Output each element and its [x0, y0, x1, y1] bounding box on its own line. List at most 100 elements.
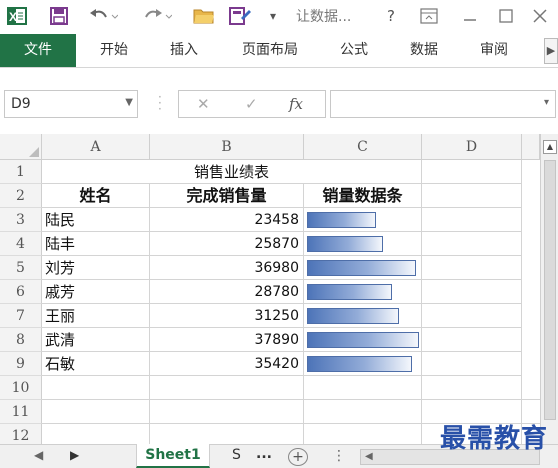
table-title[interactable]: 销售业绩表 — [42, 160, 422, 184]
row-header-2[interactable]: 2 — [0, 184, 42, 208]
formula-input[interactable]: ▾ — [330, 90, 556, 118]
formula-buttons: ✕ ✓ fx — [178, 90, 326, 118]
cell-databar[interactable] — [304, 256, 422, 280]
tab-formulas[interactable]: 公式 — [330, 34, 378, 67]
row-header-9[interactable]: 9 — [0, 352, 42, 376]
cell-name[interactable]: 王丽 — [42, 304, 150, 328]
data-bar — [307, 332, 419, 348]
row-header-12[interactable]: 12 — [0, 424, 42, 444]
form-icon[interactable] — [228, 5, 252, 27]
data-bar — [307, 284, 392, 300]
add-sheet-icon[interactable]: + — [288, 448, 308, 466]
cell-d6[interactable] — [422, 280, 522, 304]
scrollbar-thumb[interactable] — [544, 160, 556, 420]
open-folder-icon[interactable] — [192, 5, 216, 27]
column-header-b[interactable]: B — [150, 134, 304, 160]
cell-databar[interactable] — [304, 304, 422, 328]
cell-d3[interactable] — [422, 208, 522, 232]
more-sheets-icon[interactable]: ... — [256, 446, 272, 462]
ribbon-scroll-right-icon[interactable]: ▶ — [544, 38, 558, 64]
enter-icon[interactable]: ✓ — [245, 95, 258, 113]
cell-name[interactable]: 刘芳 — [42, 256, 150, 280]
cell-databar[interactable] — [304, 232, 422, 256]
tab-home[interactable]: 开始 — [90, 34, 138, 67]
cell-d1[interactable] — [422, 160, 522, 184]
scroll-left-icon[interactable]: ◀ — [365, 451, 373, 462]
sheet-tab-sheet1[interactable]: Sheet1 — [136, 444, 210, 468]
redo-icon[interactable] — [140, 5, 174, 27]
tab-page-layout[interactable]: 页面布局 — [230, 34, 310, 67]
cell-name[interactable]: 戚芳 — [42, 280, 150, 304]
cell-d4[interactable] — [422, 232, 522, 256]
customize-qat-icon[interactable]: ▾ — [266, 5, 280, 27]
cell-databar[interactable] — [304, 280, 422, 304]
cell-d2[interactable] — [422, 184, 522, 208]
row-header-10[interactable]: 10 — [0, 376, 42, 400]
help-icon[interactable]: ? — [384, 5, 398, 27]
cancel-icon[interactable]: ✕ — [197, 95, 210, 113]
row-header-4[interactable]: 4 — [0, 232, 42, 256]
spreadsheet-grid: A B C D 1 2 3 4 5 6 7 8 9 10 11 12 销售业绩表… — [0, 134, 558, 444]
cell-d9[interactable] — [422, 352, 522, 376]
cell-name[interactable]: 陆民 — [42, 208, 150, 232]
select-all-corner[interactable] — [0, 134, 42, 160]
prev-sheet-icon[interactable]: ◀ — [34, 448, 43, 462]
cell-sales[interactable]: 28780 — [150, 280, 304, 304]
excel-logo-icon: X — [6, 5, 28, 27]
row-header-3[interactable]: 3 — [0, 208, 42, 232]
cell-databar[interactable] — [304, 208, 422, 232]
row-header-5[interactable]: 5 — [0, 256, 42, 280]
column-header-d[interactable]: D — [422, 134, 522, 160]
data-bar — [307, 236, 383, 252]
expand-formula-icon[interactable]: ▾ — [544, 97, 549, 108]
split-handle-icon[interactable]: · · · — [158, 91, 162, 115]
undo-icon[interactable] — [86, 5, 120, 27]
vertical-scrollbar[interactable]: ▲ — [540, 134, 558, 444]
column-header-c[interactable]: C — [304, 134, 422, 160]
row-header-11[interactable]: 11 — [0, 400, 42, 424]
column-header-a[interactable]: A — [42, 134, 150, 160]
minimize-icon[interactable] — [460, 5, 480, 27]
row-header-1[interactable]: 1 — [0, 160, 42, 184]
ribbon-display-icon[interactable] — [418, 5, 440, 27]
cell-sales[interactable]: 36980 — [150, 256, 304, 280]
name-box-value: D9 — [11, 96, 31, 112]
sheet-tab-second[interactable]: S — [232, 447, 241, 463]
header-name[interactable]: 姓名 — [42, 184, 150, 208]
cell-databar[interactable] — [304, 328, 422, 352]
save-icon[interactable] — [48, 5, 70, 27]
insert-function-icon[interactable]: fx — [289, 95, 303, 113]
cell-name[interactable]: 石敏 — [42, 352, 150, 376]
next-sheet-icon[interactable]: ▶ — [70, 448, 79, 462]
name-box[interactable]: D9 ▼ — [4, 90, 138, 118]
close-icon[interactable] — [530, 5, 550, 27]
cell-name[interactable]: 陆丰 — [42, 232, 150, 256]
chevron-down-icon[interactable]: ▼ — [125, 97, 133, 108]
tab-file[interactable]: 文件 — [0, 34, 76, 67]
scroll-up-icon[interactable]: ▲ — [543, 140, 557, 154]
tab-review[interactable]: 审阅 — [470, 34, 518, 67]
cell-sales[interactable]: 37890 — [150, 328, 304, 352]
cell-sales[interactable]: 31250 — [150, 304, 304, 328]
cell-d5[interactable] — [422, 256, 522, 280]
tab-data[interactable]: 数据 — [400, 34, 448, 67]
tab-insert[interactable]: 插入 — [160, 34, 208, 67]
header-databar[interactable]: 销量数据条 — [304, 184, 422, 208]
cell-sales[interactable]: 35420 — [150, 352, 304, 376]
row-header-8[interactable]: 8 — [0, 328, 42, 352]
svg-text:X: X — [9, 10, 17, 24]
data-bar — [307, 260, 416, 276]
cell-sales[interactable]: 25870 — [150, 232, 304, 256]
cell-sales[interactable]: 23458 — [150, 208, 304, 232]
column-header-e[interactable] — [522, 134, 540, 160]
split-handle-icon[interactable]: ⋮ — [332, 448, 346, 464]
row-header-6[interactable]: 6 — [0, 280, 42, 304]
cell-name[interactable]: 武清 — [42, 328, 150, 352]
cell-databar[interactable] — [304, 352, 422, 376]
cell-d7[interactable] — [422, 304, 522, 328]
maximize-icon[interactable] — [496, 5, 516, 27]
header-sales[interactable]: 完成销售量 — [150, 184, 304, 208]
cell-d8[interactable] — [422, 328, 522, 352]
data-bar — [307, 356, 412, 372]
row-header-7[interactable]: 7 — [0, 304, 42, 328]
